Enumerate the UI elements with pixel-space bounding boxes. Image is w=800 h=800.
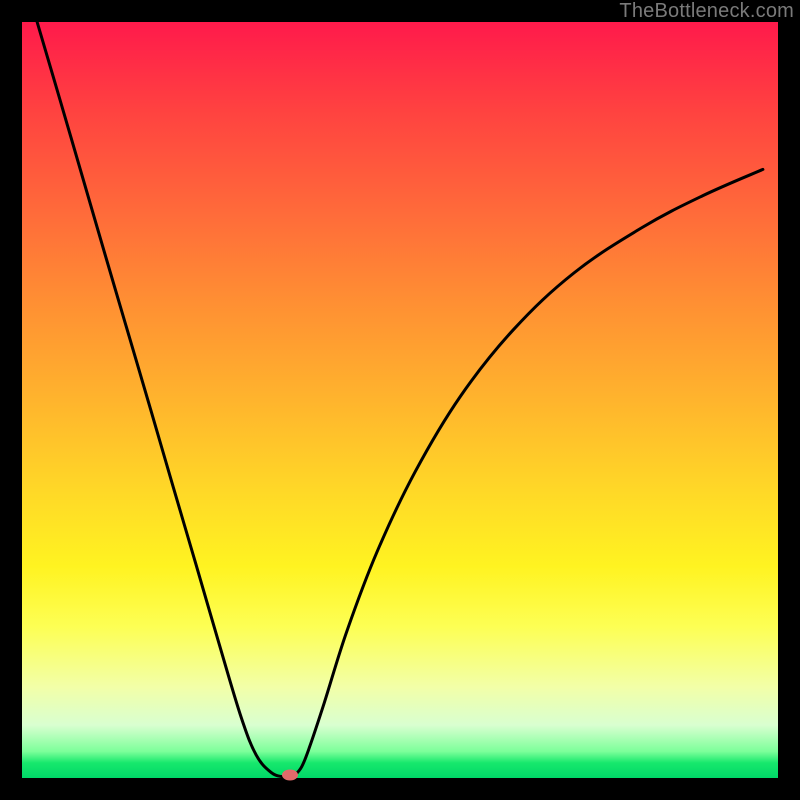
bottleneck-curve bbox=[37, 22, 763, 778]
curve-svg bbox=[22, 22, 778, 778]
plot-area bbox=[22, 22, 778, 778]
watermark-text: TheBottleneck.com bbox=[619, 0, 794, 23]
chart-frame: TheBottleneck.com bbox=[0, 0, 800, 800]
optimum-marker bbox=[282, 769, 298, 780]
